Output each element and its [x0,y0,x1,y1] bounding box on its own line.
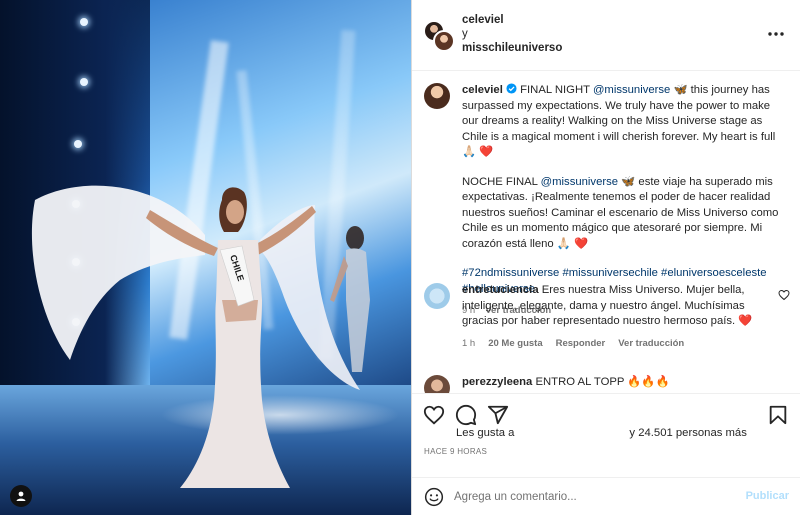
cape-left [31,185,205,360]
comment-username[interactable]: entretuciencia [462,284,539,296]
comment-icon[interactable] [455,404,477,426]
caption-avatar[interactable] [424,83,450,109]
collaborator-username[interactable]: misschileuniverso [462,42,562,54]
comment-time: 1 h [462,337,476,349]
collab-avatars[interactable] [423,20,455,52]
comment-username[interactable]: perezzyleena [462,376,532,388]
post-authors: celeviel y misschileuniverso [462,13,562,55]
post-timestamp: HACE 9 HORAS [424,447,488,456]
bookmark-icon[interactable] [767,404,789,426]
comments-scroll[interactable]: celeviel FINAL NIGHT @missuniverse 🦋 thi… [412,71,800,393]
post-side-panel: celeviel y misschileuniverso celeviel FI [411,0,800,515]
comment-avatar[interactable] [424,283,450,309]
mention-link[interactable]: @missuniverse [541,176,618,188]
likes-summary[interactable]: Les gusta a y 24.501 personas más [456,427,776,439]
mention-link[interactable]: @missuniverse [593,84,670,96]
caption-username[interactable]: celeviel [462,84,503,96]
share-icon[interactable] [487,404,509,426]
caption-text-2a: NOCHE FINAL [462,175,541,188]
comment-translate-link[interactable]: Ver traducción [618,336,684,352]
cape-right [260,205,360,390]
more-options-button[interactable] [766,26,786,42]
post-header: celeviel y misschileuniverso [412,0,800,71]
comment-likes[interactable]: 20 Me gusta [488,336,542,352]
post-photo[interactable]: CHILE [0,0,411,515]
tagged-user-icon[interactable] [10,485,32,507]
emoji-icon[interactable] [424,487,444,507]
add-comment-bar: Publicar [412,477,800,515]
conjunction: y [462,28,468,40]
comment-input[interactable] [454,487,734,507]
heart-icon[interactable] [423,404,445,426]
likes-suffix: y 24.501 personas más [629,427,747,439]
comment-avatar[interactable] [424,375,450,393]
verified-icon [506,83,517,94]
likes-prefix: Les gusta a [456,427,515,439]
comment-text: ENTRO AL TOPP 🔥🔥🔥 [535,376,670,388]
more-icon [768,32,784,36]
comment-like-icon[interactable] [778,289,790,301]
author-username[interactable]: celeviel [462,14,504,26]
likes-section: Les gusta a y 24.501 personas más HACE 9… [412,427,800,477]
reply-button[interactable]: Responder [556,336,606,352]
comment-item: entretuciencia Eres nuestra Miss Univers… [424,283,794,353]
post-comment-button[interactable]: Publicar [746,490,789,502]
caption-text-1a: FINAL NIGHT [520,84,593,96]
comment-item: perezzyleena ENTRO AL TOPP 🔥🔥🔥 [424,375,794,393]
model-figure: CHILE [31,185,370,488]
